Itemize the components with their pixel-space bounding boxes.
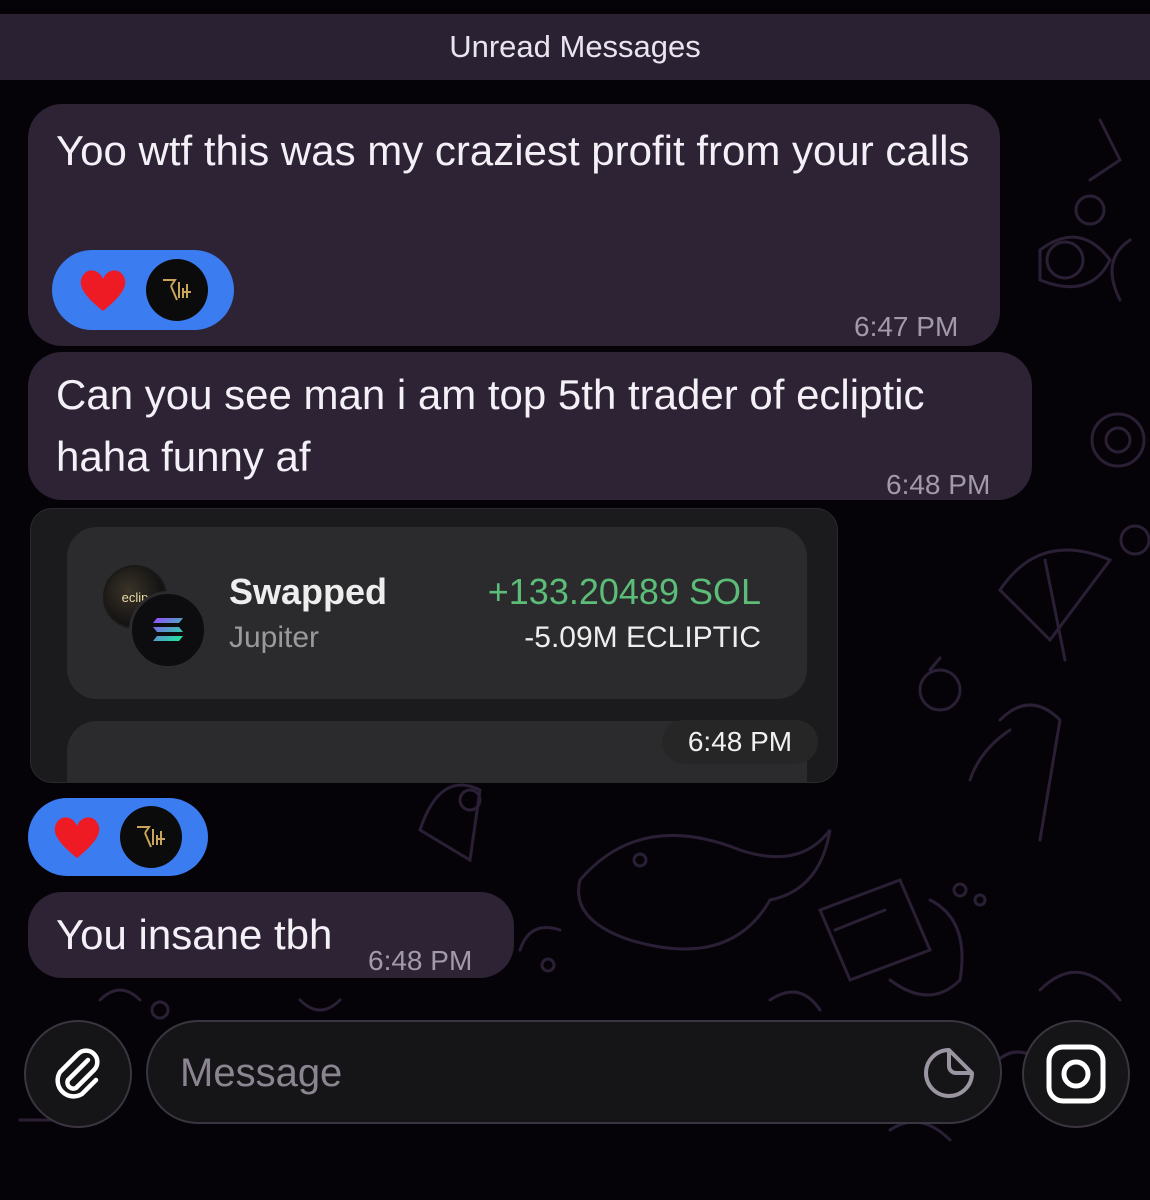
attach-button[interactable] [24,1020,132,1128]
swap-sent-amount: -5.09M ECLIPTIC [524,621,761,654]
message-input-container [146,1020,1002,1124]
swap-received-amount: +133.20489 SOL [487,571,761,612]
sticker-icon [924,1048,974,1098]
message-composer [0,1010,1150,1200]
message-bubble-2[interactable]: Can you see man i am top 5th trader of e… [28,352,1032,500]
heart-icon[interactable] [68,267,138,313]
swap-title: Swapped [229,571,388,612]
paperclip-icon [55,1048,100,1099]
image-timestamp: 6:48 PM [662,720,818,764]
avatar-icon[interactable] [146,259,208,321]
unread-messages-label: Unread Messages [449,29,701,64]
sticker-button[interactable] [922,1046,976,1105]
message-bubble-4[interactable]: You insane tbh 6:48 PM [28,892,514,978]
reaction-bar-2[interactable] [28,798,208,876]
swap-card: eclip Swapped Jupiter +133.20489 SOL -5.… [67,527,807,699]
message-text: Yoo wtf this was my craziest profit from… [56,127,970,174]
message-time: 6:48 PM [368,945,473,976]
camera-icon [1046,1044,1106,1104]
avatar-icon[interactable] [120,806,182,868]
message-time: 6:47 PM [854,311,959,342]
heart-icon[interactable] [42,814,112,860]
solana-icon [129,591,207,669]
message-input[interactable] [178,1040,902,1106]
reaction-bar-1[interactable] [52,250,234,330]
message-time: 6:48 PM [886,469,991,500]
unread-messages-divider: Unread Messages [0,14,1150,80]
swap-platform: Jupiter [229,621,320,654]
message-text: Can you see man i am top 5th trader of e… [56,371,925,480]
message-text: You insane tbh [56,911,333,958]
camera-button[interactable] [1022,1020,1130,1128]
message-bubble-1[interactable]: Yoo wtf this was my craziest profit from… [28,104,1000,346]
